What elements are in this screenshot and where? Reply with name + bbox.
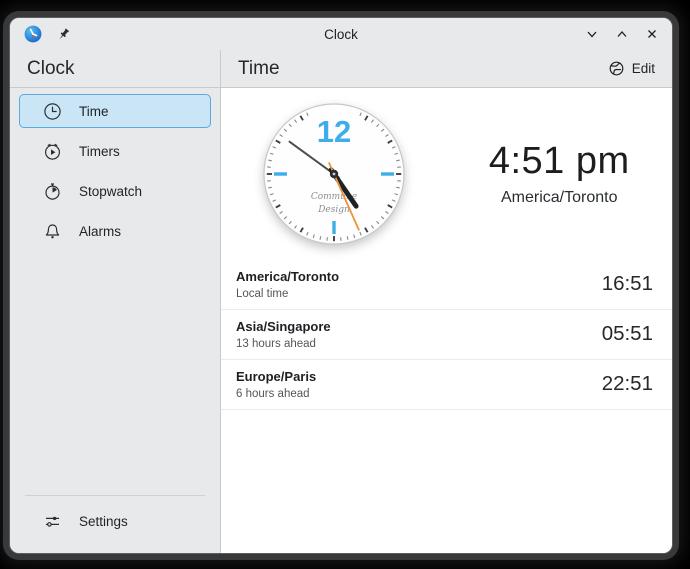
timezone-texts: America/Toronto Local time [236, 269, 339, 300]
timezone-description: 6 hours ahead [236, 388, 316, 400]
sidebar-title: Clock [10, 50, 220, 88]
timezone-row[interactable]: Asia/Singapore 13 hours ahead 05:51 [221, 310, 672, 360]
timezone-texts: Europe/Paris 6 hours ahead [236, 369, 316, 400]
timezone-list: America/Toronto Local time 16:51 Asia/Si… [221, 260, 672, 410]
sidebar-item-stopwatch[interactable]: Stopwatch [19, 174, 211, 208]
analog-clock-container: 12 Commune Design [221, 102, 447, 246]
page-title: Time [238, 58, 280, 80]
edit-label: Edit [632, 61, 655, 76]
clock-window: Clock Clock Time [10, 18, 672, 553]
sidebar: Clock Time Timers [10, 50, 221, 553]
window-title: Clock [10, 27, 672, 42]
timezone-name: Asia/Singapore [236, 319, 331, 334]
sliders-icon [43, 512, 62, 531]
main-pane: Time Edit 12 Commun [221, 50, 672, 553]
timezone-description: 13 hours ahead [236, 338, 331, 350]
sidebar-divider [25, 495, 205, 496]
edit-button[interactable]: Edit [607, 57, 657, 80]
timezone-description: Local time [236, 288, 339, 300]
maximize-button[interactable] [615, 28, 628, 41]
app-icon [24, 25, 42, 43]
timezone-row[interactable]: Europe/Paris 6 hours ahead 22:51 [221, 360, 672, 410]
sidebar-item-timers[interactable]: Timers [19, 134, 211, 168]
timezone-time: 16:51 [602, 272, 653, 296]
sidebar-item-label: Alarms [79, 224, 121, 239]
stopwatch-icon [43, 182, 62, 201]
sidebar-item-label: Settings [79, 514, 128, 529]
clock-face-number: 12 [317, 114, 351, 149]
analog-clock: 12 Commune Design [262, 102, 406, 246]
app-body: Clock Time Timers [10, 50, 672, 553]
sidebar-item-label: Timers [79, 144, 120, 159]
timezone-name: Europe/Paris [236, 369, 316, 384]
window-controls [585, 28, 658, 41]
sidebar-footer: Settings [10, 495, 220, 553]
timezone-name: America/Toronto [236, 269, 339, 284]
digital-time-container: 4:51 pm America/Toronto [447, 141, 673, 208]
timezone-time: 22:51 [602, 372, 653, 396]
digital-time: 4:51 pm [489, 141, 630, 183]
pin-icon[interactable] [56, 27, 71, 42]
titlebar: Clock [10, 18, 672, 50]
clock-hero: 12 Commune Design 4:51 pm America/Toront… [221, 88, 672, 260]
main-header: Time Edit [221, 50, 672, 88]
sidebar-item-label: Stopwatch [79, 184, 142, 199]
sidebar-item-time[interactable]: Time [19, 94, 211, 128]
timezone-time: 05:51 [602, 322, 653, 346]
sidebar-item-label: Time [79, 104, 109, 119]
timer-icon [43, 142, 62, 161]
minimize-button[interactable] [585, 28, 598, 41]
digital-timezone: America/Toronto [501, 189, 618, 207]
clock-icon [43, 102, 62, 121]
timezone-row[interactable]: America/Toronto Local time 16:51 [221, 260, 672, 310]
globe-icon [609, 61, 624, 76]
bell-icon [43, 222, 62, 241]
close-button[interactable] [645, 28, 658, 41]
timezone-texts: Asia/Singapore 13 hours ahead [236, 319, 331, 350]
clock-face-brand-line2: Design [317, 205, 350, 215]
sidebar-nav: Time Timers [10, 88, 220, 254]
sidebar-item-alarms[interactable]: Alarms [19, 214, 211, 248]
sidebar-item-settings[interactable]: Settings [19, 504, 211, 538]
